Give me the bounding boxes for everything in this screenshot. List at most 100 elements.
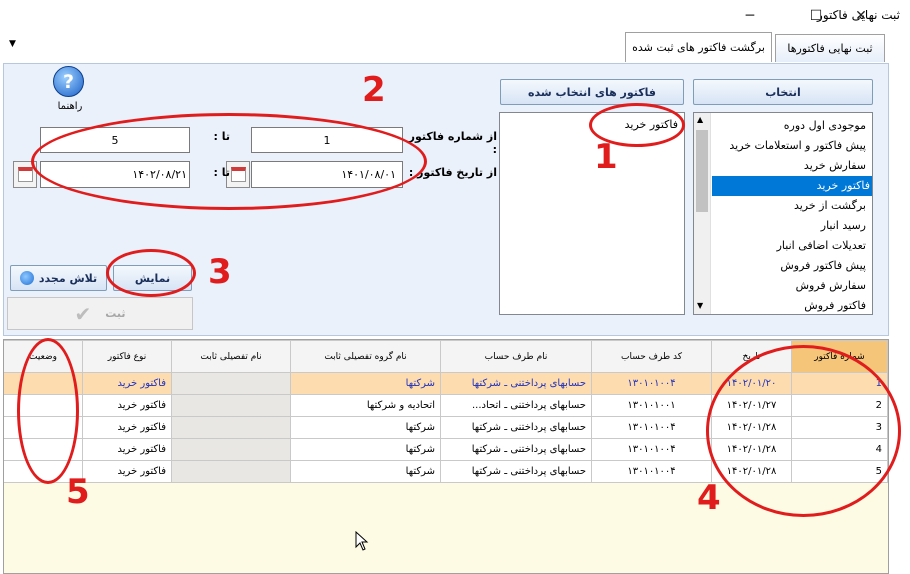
list-item[interactable]: تعدیلات اضافی انبار [712,236,868,256]
cell: شرکتها [290,438,441,461]
minimize-icon[interactable]: ─ [727,0,773,31]
cell: فاکتور خرید [82,416,172,439]
scrollbar[interactable]: ▲ ▼ [694,113,711,314]
selected-list[interactable]: فاکتور خرید [499,112,685,315]
cell [171,394,291,417]
invoice-to-input[interactable]: 5 [40,127,190,153]
invoice-type-list[interactable]: ▲ ▼ موجودی اول دوره پیش فاکتور و استعلام… [693,112,873,315]
submit-button-label: ثبت [105,307,126,320]
show-button-label: نمایش [134,271,171,285]
cell: ۱۴۰۲/۰۱/۲۰ [711,372,792,395]
cell [171,372,291,395]
table-row[interactable]: 2 ۱۴۰۲/۰۱/۲۷ ۱۳۰۱۰۱۰۰۱ حسابهای پرداختنی … [4,394,888,417]
list-item[interactable]: پیش فاکتور و استعلامات خرید [712,136,868,156]
to-label: تا : [213,166,231,179]
cell: 2 [791,394,888,417]
invoice-from-label: از شماره فاکتور : [408,130,497,156]
cell: شرکتها [290,460,441,483]
cell: فاکتور خرید [82,438,172,461]
cell [171,416,291,439]
scroll-thumb[interactable] [696,130,708,212]
column-header[interactable]: کد طرف حساب [591,340,712,373]
list-item[interactable]: سفارش خرید [712,156,868,176]
cell: حسابهای پرداختنی ـ شرکتها [440,460,592,483]
tab-strip: ▼ [0,31,910,63]
help-icon[interactable]: ? [53,66,84,97]
column-header[interactable]: نام گروه تفصیلی ثابت [290,340,441,373]
cell: ۱۳۰۱۰۱۰۰۴ [591,372,712,395]
table-row[interactable]: 5 ۱۴۰۲/۰۱/۲۸ ۱۳۰۱۰۱۰۰۴ حسابهای پرداختنی … [4,460,888,483]
cell: حسابهای پرداختنی ـ شرکتها [440,372,592,395]
scroll-down-icon[interactable]: ▼ [697,301,703,310]
invoice-from-input[interactable]: 1 [251,127,403,153]
cell: ۱۳۰۱۰۱۰۰۱ [591,394,712,417]
annotation-number-5: 5 [66,472,90,512]
table-row[interactable]: 1 ۱۴۰۲/۰۱/۲۰ ۱۳۰۱۰۱۰۰۴ حسابهای پرداختنی … [4,372,888,395]
column-header[interactable]: نوع فاکتور [82,340,172,373]
cell: ۱۳۰۱۰۱۰۰۴ [591,416,712,439]
cell: شرکتها [290,416,441,439]
list-item[interactable]: فاکتور فروش [712,296,868,316]
cell: فاکتور خرید [82,372,172,395]
cell [171,438,291,461]
select-header: انتخاب [693,79,873,105]
refresh-icon [19,271,34,285]
invoice-table: شماره فاکتور تاریخ کد طرف حساب نام طرف ح… [4,340,888,483]
maximize-icon[interactable]: ☐ [793,0,839,31]
list-item[interactable]: موجودی اول دوره [712,116,868,136]
retry-button-label: تلاش مجدد [38,271,98,285]
tab-return-registered[interactable]: برگشت فاکتور های ثبت شده [625,32,772,62]
cell: ۱۴۰۲/۰۱/۲۸ [711,438,792,461]
column-header[interactable]: نام طرف حساب [440,340,592,373]
date-to-input[interactable]: ۱۴۰۲/۰۸/۲۱ [40,161,190,188]
checkmark-icon: ✔ [74,301,92,326]
cell: ۱۳۰۱۰۱۰۰۴ [591,460,712,483]
cell [4,438,83,461]
to-label: تا : [213,130,231,143]
column-header[interactable]: وضعیت [4,340,83,373]
annotation-number-4: 4 [697,478,721,518]
tab-final-register[interactable]: ثبت نهایی فاکتورها [775,34,885,62]
mouse-cursor-icon [355,531,369,551]
cell: فاکتور خرید [82,394,172,417]
cell: ۱۴۰۲/۰۱/۲۷ [711,394,792,417]
calendar-icon[interactable] [13,161,37,188]
dropdown-icon[interactable]: ▼ [9,39,16,49]
cell: ۱۴۰۲/۰۱/۲۸ [711,416,792,439]
submit-button[interactable]: ثبت ✔ [7,297,193,330]
cell: فاکتور خرید [82,460,172,483]
show-button[interactable]: نمایش [113,265,192,291]
scroll-up-icon[interactable]: ▲ [697,115,703,124]
annotation-number-2: 2 [362,70,386,110]
column-header[interactable]: تاریخ [711,340,792,373]
cell: ۱۴۰۲/۰۱/۲۸ [711,460,792,483]
list-item-selected[interactable]: فاکتور خرید [712,176,872,196]
cell: اتحادیه و شرکتها [290,394,441,417]
column-header[interactable]: شماره فاکتور [791,340,888,373]
invoice-grid: شماره فاکتور تاریخ کد طرف حساب نام طرف ح… [3,339,889,574]
cell [4,394,83,417]
list-item[interactable]: برگشت از خرید [712,196,868,216]
cell: 3 [791,416,888,439]
table-row[interactable]: 4 ۱۴۰۲/۰۱/۲۸ ۱۳۰۱۰۱۰۰۴ حسابهای پرداختنی … [4,438,888,461]
cell: حسابهای پرداختنی ـ شرکتها [440,416,592,439]
cell: 5 [791,460,888,483]
cell: 4 [791,438,888,461]
title-bar: ثبت نهایی فاکتور ─ ☐ ✕ [0,0,910,31]
help-label: راهنما [57,101,83,112]
cell: حسابهای پرداختنی ـ اتحاد... [440,394,592,417]
cell [4,416,83,439]
list-item[interactable]: رسید انبار [712,216,868,236]
close-icon[interactable]: ✕ [838,0,884,31]
list-item[interactable]: پیش فاکتور فروش [712,256,868,276]
annotation-number-3: 3 [208,252,232,292]
cell: 1 [791,372,888,395]
table-row[interactable]: 3 ۱۴۰۲/۰۱/۲۸ ۱۳۰۱۰۱۰۰۴ حسابهای پرداختنی … [4,416,888,439]
list-item[interactable]: فاکتور خرید [502,115,680,135]
retry-button[interactable]: تلاش مجدد [10,265,107,291]
list-item[interactable]: سفارش فروش [712,276,868,296]
selected-invoices-header: فاکتور های انتخاب شده [500,79,684,105]
column-header[interactable]: نام تفصیلی ثابت [171,340,291,373]
date-from-label: از تاریخ فاکتور : [408,166,497,179]
date-from-input[interactable]: ۱۴۰۱/۰۸/۰۱ [251,161,403,188]
